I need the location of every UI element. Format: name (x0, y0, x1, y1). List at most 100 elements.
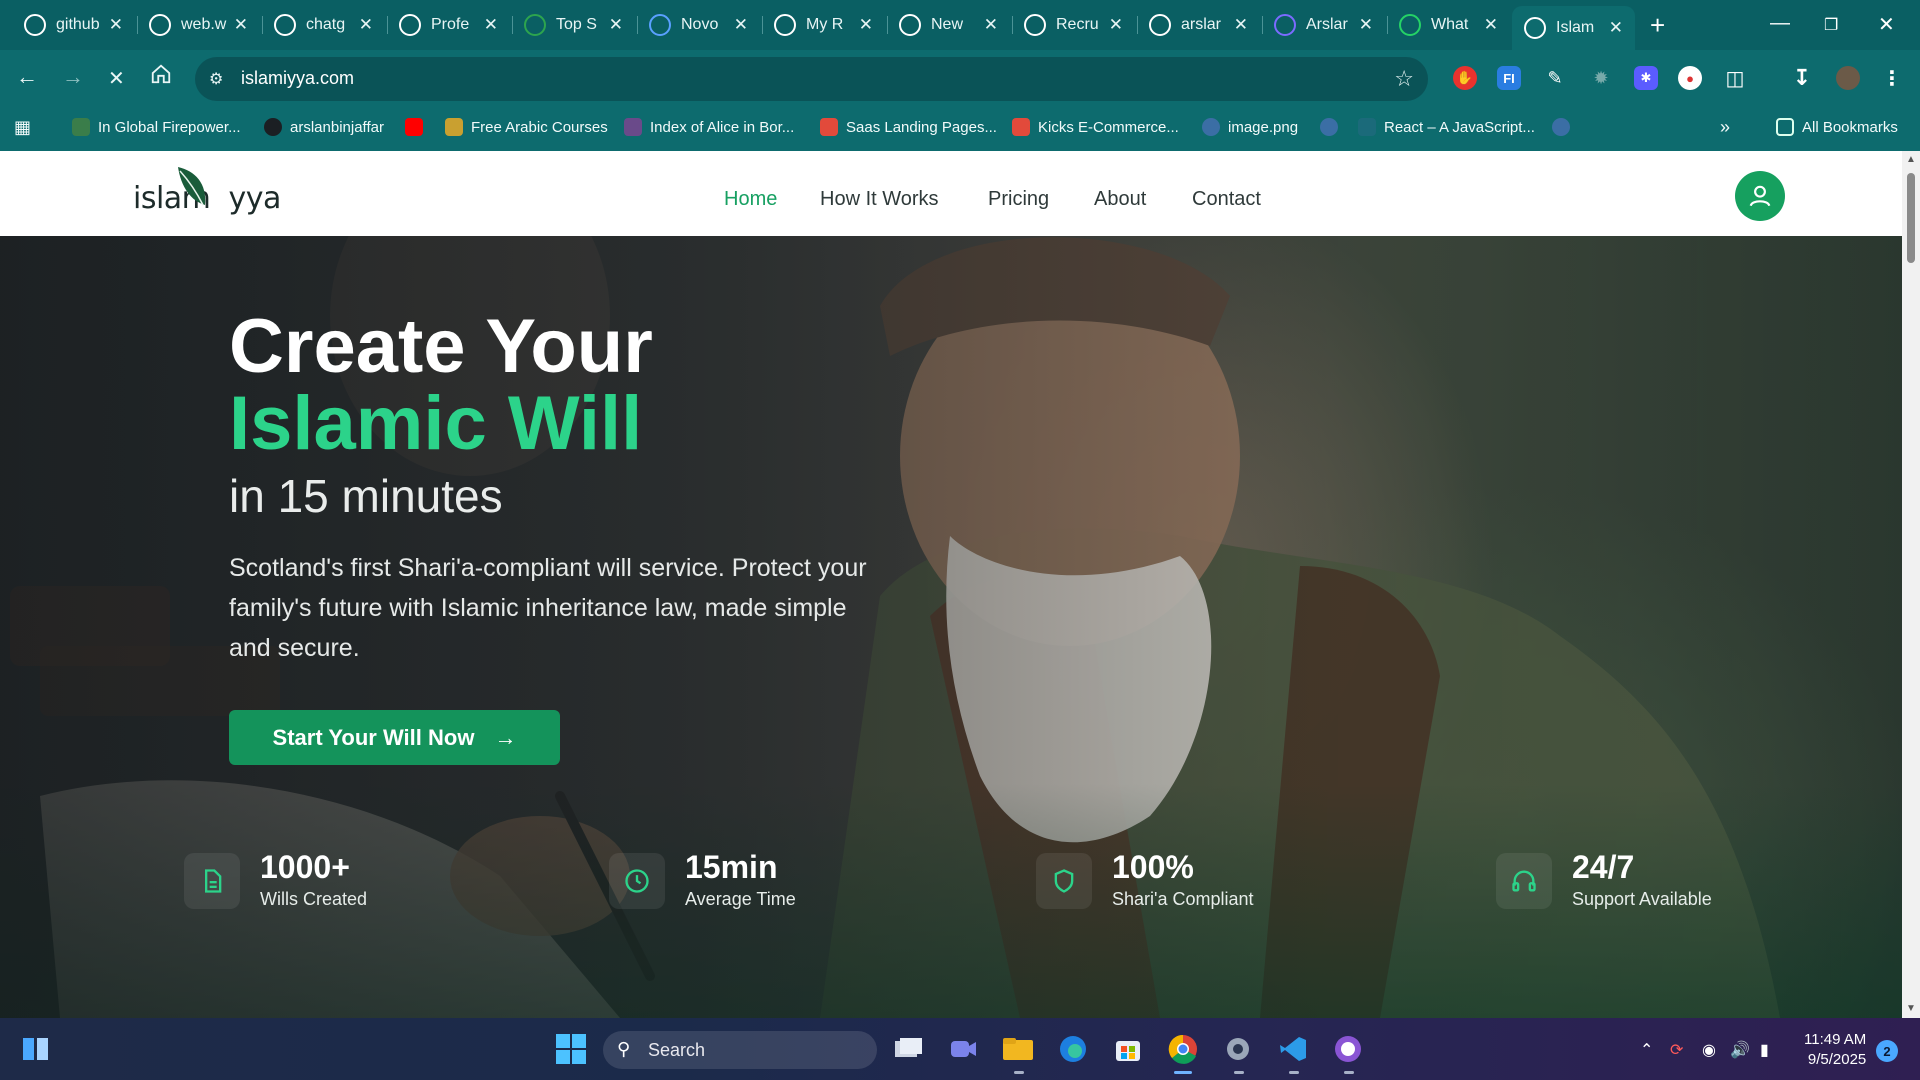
site-info-icon[interactable]: ⚙ (209, 69, 223, 89)
nav-link-about[interactable]: About (1094, 188, 1146, 211)
browser-menu-icon[interactable]: ⋮ (1880, 66, 1904, 90)
chrome-icon[interactable] (1167, 1033, 1199, 1065)
bookmark-item[interactable]: Index of Alice in Bor... (624, 114, 794, 140)
close-tab-icon[interactable]: ✕ (609, 15, 623, 35)
teams-meet-icon[interactable] (947, 1033, 979, 1065)
browser-tab[interactable]: Profe ✕ (387, 8, 510, 42)
figma-icon (820, 118, 838, 136)
stat-value: 1000+ (260, 849, 350, 885)
forward-icon[interactable]: → (62, 64, 84, 90)
more-bookmarks-icon[interactable]: » (1720, 114, 1730, 140)
battery-icon[interactable]: ▮ (1760, 1040, 1769, 1060)
page-scrollbar[interactable]: ▲ ▼ (1902, 151, 1920, 1018)
file-explorer-icon[interactable] (1002, 1033, 1034, 1065)
bookmark-star-icon[interactable]: ☆ (1394, 66, 1414, 92)
close-tab-icon[interactable]: ✕ (1359, 15, 1373, 35)
close-tab-icon[interactable]: ✕ (234, 15, 248, 35)
tray-chevron-icon[interactable]: ⌃ (1640, 1040, 1653, 1060)
github-desktop-icon[interactable] (1332, 1033, 1364, 1065)
taskbar-clock[interactable]: 11:49 AM 9/5/2025 (1804, 1030, 1866, 1070)
vscode-icon[interactable] (1277, 1033, 1309, 1065)
nav-link-home[interactable]: Home (724, 188, 777, 211)
edge-icon[interactable] (1057, 1033, 1089, 1065)
bookmark-item[interactable]: In Global Firepower... (72, 114, 241, 140)
bookmark-item[interactable] (405, 114, 431, 140)
close-tab-icon[interactable]: ✕ (1234, 15, 1248, 35)
bookmark-label: Free Arabic Courses (471, 118, 608, 136)
browser-tab[interactable]: Top S ✕ (512, 8, 635, 42)
close-tab-icon[interactable]: ✕ (859, 15, 873, 35)
close-tab-icon[interactable]: ✕ (1109, 15, 1123, 35)
browser-tab[interactable]: My R ✕ (762, 8, 885, 42)
profile-avatar[interactable] (1836, 66, 1860, 90)
address-bar[interactable]: ⚙ islamiyya.com ☆ (195, 57, 1428, 101)
settings-gear-icon[interactable] (1222, 1033, 1254, 1065)
browser-tab[interactable]: web.w ✕ (137, 8, 260, 42)
browser-tab[interactable]: arslar ✕ (1137, 8, 1260, 42)
extensions-puzzle-icon[interactable]: ◫ (1723, 66, 1747, 90)
close-tab-icon[interactable]: ✕ (1609, 18, 1623, 38)
store-icon[interactable] (1112, 1033, 1144, 1065)
stop-loading-icon[interactable]: ✕ (108, 66, 125, 91)
tab-title: My R (806, 16, 844, 33)
close-tab-icon[interactable]: ✕ (359, 15, 373, 35)
account-button[interactable] (1735, 171, 1785, 221)
bookmark-item[interactable]: Free Arabic Courses (445, 114, 608, 140)
home-icon[interactable] (150, 63, 172, 91)
bookmark-item[interactable] (1320, 114, 1346, 140)
wifi-icon[interactable]: ◉ (1702, 1040, 1716, 1060)
close-tab-icon[interactable]: ✕ (1484, 15, 1498, 35)
download-icon[interactable]: ↧ (1790, 65, 1814, 90)
close-tab-icon[interactable]: ✕ (734, 15, 748, 35)
new-tab-button[interactable]: + (1650, 10, 1665, 41)
task-view-icon[interactable] (892, 1033, 924, 1065)
bookmark-item[interactable]: Kicks E-Commerce... (1012, 114, 1179, 140)
volume-icon[interactable]: 🔊 (1730, 1040, 1750, 1060)
browser-tab[interactable]: chatg ✕ (262, 8, 385, 42)
restore-icon[interactable]: ❐ (1824, 15, 1838, 35)
all-bookmarks-button[interactable]: All Bookmarks (1776, 114, 1898, 140)
url-text[interactable]: islamiyya.com (241, 68, 354, 89)
back-icon[interactable]: ← (16, 64, 38, 90)
scroll-up-icon[interactable]: ▲ (1906, 154, 1916, 165)
browser-tab[interactable]: github ✕ (12, 8, 135, 42)
nav-link-contact[interactable]: Contact (1192, 188, 1261, 211)
bookmark-item[interactable]: React – A JavaScript... (1358, 114, 1535, 140)
close-window-icon[interactable]: ✕ (1878, 12, 1895, 37)
stat-label: Support Available (1572, 889, 1712, 909)
scrollbar-thumb[interactable] (1907, 173, 1915, 263)
widgets-icon[interactable] (20, 1033, 52, 1065)
bookmark-item[interactable]: Saas Landing Pages... (820, 114, 997, 140)
nav-link-how-it-works[interactable]: How It Works (820, 188, 939, 211)
close-tab-icon[interactable]: ✕ (484, 15, 498, 35)
bookmark-item[interactable] (1552, 114, 1578, 140)
extension-stop-icon[interactable]: ✋ (1453, 66, 1477, 90)
notification-badge[interactable]: 2 (1876, 1040, 1898, 1062)
close-tab-icon[interactable]: ✕ (109, 15, 123, 35)
minimize-icon[interactable]: — (1770, 12, 1790, 35)
eyedropper-icon[interactable]: ✎ (1543, 66, 1567, 90)
close-tab-icon[interactable]: ✕ (984, 15, 998, 35)
bug-icon[interactable]: ✹ (1589, 66, 1613, 90)
bookmark-item[interactable]: image.png (1202, 114, 1298, 140)
stat-value: 24/7 (1572, 849, 1635, 885)
taskbar-search[interactable]: ⚲ Search (603, 1031, 877, 1069)
start-will-button[interactable]: Start Your Will Now → (229, 710, 560, 765)
extension-fi-icon[interactable]: FI (1497, 66, 1521, 90)
bookmark-item[interactable]: arslanbinjaffar (264, 114, 384, 140)
browser-tab[interactable]: Islam ✕ (1512, 6, 1635, 50)
browser-tab[interactable]: Arslar ✕ (1262, 8, 1385, 42)
whatsapp-icon (149, 14, 171, 36)
start-windows-icon[interactable] (555, 1033, 587, 1065)
browser-tab[interactable]: New ✕ (887, 8, 1010, 42)
browser-tab[interactable]: Recru ✕ (1012, 8, 1135, 42)
apps-grid-icon[interactable]: ▦ (14, 114, 31, 140)
scroll-down-icon[interactable]: ▼ (1906, 1003, 1916, 1014)
clock-icon (609, 853, 665, 909)
extension-circle-icon[interactable]: ● (1678, 66, 1702, 90)
browser-tab[interactable]: What ✕ (1387, 8, 1510, 42)
extension-star-icon[interactable]: ✱ (1634, 66, 1658, 90)
nav-link-pricing[interactable]: Pricing (988, 188, 1049, 211)
sync-icon[interactable]: ⟳ (1670, 1040, 1683, 1060)
browser-tab[interactable]: Novo ✕ (637, 8, 760, 42)
